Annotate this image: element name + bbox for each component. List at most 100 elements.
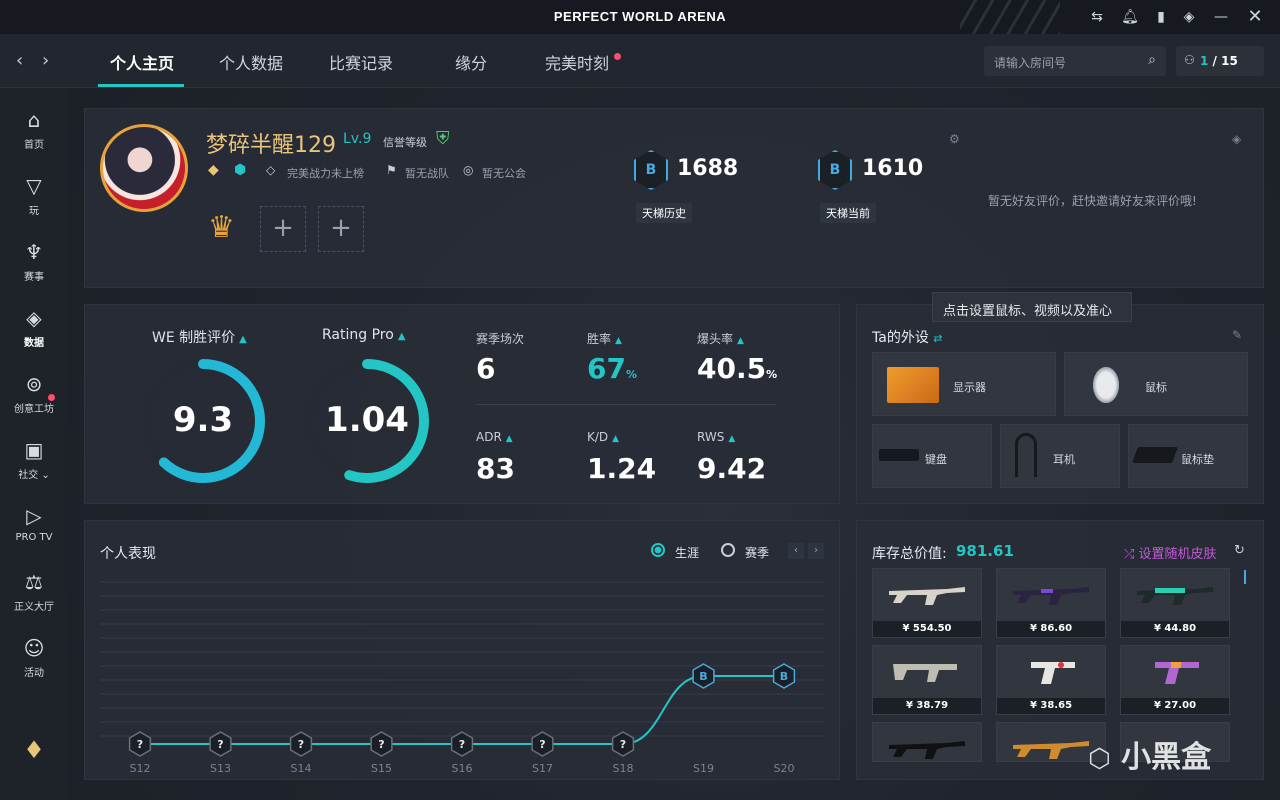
- shuffle-icon[interactable]: ⇄: [933, 332, 942, 345]
- search-placeholder: 请输入房间号: [994, 56, 1067, 70]
- queue-total: / 15: [1212, 54, 1238, 68]
- tab-match-history[interactable]: 比赛记录: [329, 50, 393, 74]
- data-point-badge: ?: [217, 738, 223, 751]
- chart-next-button[interactable]: ›: [808, 543, 824, 559]
- win-rate-label: 胜率 ▲: [587, 332, 622, 346]
- skin-item[interactable]: ¥ 38.65: [996, 645, 1106, 715]
- we-rating-title: WE 制胜评价 ▲: [152, 330, 247, 346]
- party-queue-button[interactable]: ⚇ 1 / 15: [1176, 46, 1264, 76]
- chart-prev-button[interactable]: ‹: [788, 543, 804, 559]
- gold-diamond-icon[interactable]: ♦: [0, 736, 68, 764]
- rws-label: RWS ▲: [697, 430, 736, 444]
- skin-item[interactable]: ¥ 554.50: [872, 568, 982, 638]
- headset-card[interactable]: 耳机: [1000, 424, 1120, 488]
- queue-current: 1: [1200, 54, 1209, 68]
- notification-dot: [614, 53, 621, 60]
- rifle-image: [889, 741, 965, 759]
- mousepad-card[interactable]: 鼠标垫: [1128, 424, 1248, 488]
- skin-item[interactable]: ¥ 38.79: [872, 645, 982, 715]
- sidebar-item-label: 首页: [24, 140, 44, 151]
- decorative-stripes: [960, 0, 1060, 34]
- inventory-title: 库存总价值:: [872, 546, 947, 562]
- close-icon[interactable]: ✕: [1244, 7, 1266, 29]
- tab-highlights[interactable]: 完美时刻: [545, 50, 609, 74]
- scrollbar[interactable]: [1244, 570, 1246, 584]
- season-radio-label: 赛季: [745, 546, 770, 560]
- arrow-up-icon: ▲: [239, 334, 247, 345]
- arrow-up-icon: ▲: [505, 434, 513, 444]
- ladder-history-label: 天梯历史: [636, 203, 692, 223]
- random-skin-button[interactable]: ⤮ 设置随机皮肤: [1124, 543, 1217, 562]
- planet-icon: ⊚: [25, 372, 43, 396]
- avatar[interactable]: [100, 124, 188, 212]
- team-text: 暂无战队: [405, 167, 449, 180]
- settings-gear-icon[interactable]: ⚙: [949, 132, 960, 146]
- sidebar-item-protv[interactable]: ▷ PRO TV: [0, 504, 68, 543]
- signal-icon[interactable]: ▮: [1150, 7, 1172, 29]
- sidebar: ⌂ 首页 ▽ 玩 ♆ 赛事 ◈ 数据 ⊚ 创意工坊 ▣ 社交 ⌄ ▷ PRO TV ⚖ 正义大厅…: [0, 88, 68, 800]
- sidebar-item-events[interactable]: ♆ 赛事: [0, 240, 68, 283]
- headshot-rate-value: 40.5%: [697, 352, 778, 385]
- skin-price: ¥ 86.60: [997, 621, 1105, 637]
- sidebar-item-justice[interactable]: ⚖ 正义大厅: [0, 570, 68, 613]
- sidebar-item-social[interactable]: ▣ 社交 ⌄: [0, 438, 68, 481]
- skin-item[interactable]: ¥ 27.00: [1120, 645, 1230, 715]
- rank-emblem-icon[interactable]: ♛: [208, 210, 235, 245]
- arrow-up-icon: ▲: [728, 434, 736, 444]
- arrow-up-icon: ▲: [615, 336, 622, 346]
- bell-icon[interactable]: 🔔︎: [1119, 7, 1141, 29]
- season-matches-label: 赛季场次: [476, 332, 525, 346]
- career-radio[interactable]: [651, 543, 665, 557]
- edit-icon[interactable]: ✎: [1232, 328, 1242, 342]
- smg-image: [893, 664, 957, 682]
- tab-profile[interactable]: 个人主页: [110, 50, 174, 74]
- transfer-icon[interactable]: ⇆: [1086, 7, 1108, 29]
- data-point-badge: ?: [459, 738, 465, 751]
- diamond-icon[interactable]: ◆: [208, 162, 219, 178]
- skin-item[interactable]: [872, 722, 982, 762]
- monitor-image: [887, 367, 939, 403]
- sidebar-item-home[interactable]: ⌂ 首页: [0, 108, 68, 151]
- search-icon[interactable]: ⌕: [1148, 52, 1156, 68]
- refresh-icon[interactable]: ↻: [1234, 543, 1245, 558]
- credit-label: 信誉等级: [383, 136, 427, 149]
- sidebar-item-label: PRO TV: [15, 532, 53, 543]
- room-search-input[interactable]: 请输入房间号 ⌕: [984, 46, 1166, 76]
- headset-label: 耳机: [1053, 453, 1075, 466]
- sidebar-item-label: 玩: [29, 206, 39, 217]
- credit-shield-icon[interactable]: ⛨: [436, 128, 450, 149]
- x-tick-label: S16: [452, 762, 473, 775]
- rws-value: 9.42: [697, 452, 767, 485]
- sidebar-item-activity[interactable]: ☺ 活动: [0, 636, 68, 679]
- sidebar-item-workshop[interactable]: ⊚ 创意工坊: [0, 372, 68, 415]
- active-tab-indicator: [98, 84, 184, 87]
- sidebar-item-play[interactable]: ▽ 玩: [0, 174, 68, 217]
- season-radio[interactable]: [721, 543, 735, 557]
- rifle-image: [1137, 587, 1213, 605]
- keyboard-card[interactable]: 键盘: [872, 424, 992, 488]
- play-icon: ▽: [26, 174, 42, 198]
- add-medal-button[interactable]: +: [260, 206, 306, 252]
- forward-arrow-icon[interactable]: ›: [42, 50, 49, 71]
- back-arrow-icon[interactable]: ‹: [16, 50, 23, 71]
- x-tick-label: S17: [532, 762, 553, 775]
- guild-icon: ◎: [463, 163, 474, 177]
- tab-fate[interactable]: 缘分: [455, 50, 487, 74]
- add-medal-button[interactable]: +: [318, 206, 364, 252]
- monitor-card[interactable]: 显示器: [872, 352, 1056, 416]
- kd-label: K/D ▲: [587, 430, 620, 444]
- sidebar-item-data[interactable]: ◈ 数据: [0, 306, 68, 349]
- mousepad-label: 鼠标垫: [1181, 453, 1214, 466]
- shield-check-icon[interactable]: ◈: [1178, 7, 1200, 29]
- layers-icon[interactable]: ◈: [1232, 132, 1241, 146]
- skin-item[interactable]: ¥ 86.60: [996, 568, 1106, 638]
- mouse-card[interactable]: 鼠标: [1064, 352, 1248, 416]
- sidebar-item-label: 活动: [24, 668, 44, 679]
- minimize-icon[interactable]: —: [1210, 7, 1232, 29]
- skin-item[interactable]: ¥ 44.80: [1120, 568, 1230, 638]
- tv-icon: ▷: [26, 504, 42, 528]
- activity-icon: ☺: [23, 636, 45, 660]
- hex-badge-icon[interactable]: ⬢: [234, 162, 246, 178]
- tab-personal-data[interactable]: 个人数据: [219, 50, 283, 74]
- sidebar-item-label: 赛事: [24, 272, 44, 283]
